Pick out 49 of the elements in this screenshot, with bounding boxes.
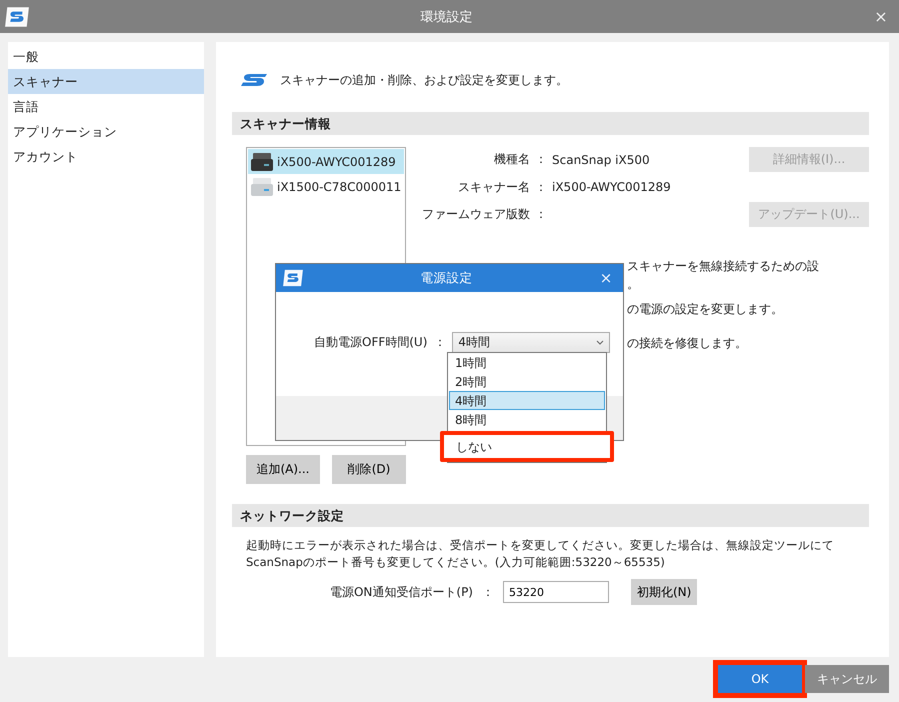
- dropdown[interactable]: 4時間: [452, 332, 610, 353]
- separator: ：: [534, 206, 548, 223]
- field-label: ファームウェア版数: [421, 206, 530, 223]
- field-value: ScanSnap iX500: [552, 152, 651, 166]
- port-label: 電源ON通知受信ポート(P): [328, 584, 473, 600]
- field-label: 機種名: [493, 151, 530, 168]
- section-header: スキャナー情報: [232, 112, 869, 135]
- scanner-icon: [250, 176, 274, 198]
- dropdown-option[interactable]: 2時間: [449, 372, 605, 391]
- sidebar-item[interactable]: アカウント: [8, 144, 204, 169]
- scanner-item[interactable]: iX500-AWYC001289: [248, 149, 404, 174]
- field-value: iX500-AWYC001289: [552, 180, 672, 194]
- sidebar-item[interactable]: 一般: [8, 44, 204, 69]
- scanner-item[interactable]: iX1500-C78C000011: [248, 174, 404, 199]
- dropdown-option[interactable]: 4時間: [449, 391, 605, 410]
- header-text: スキャナーの追加・削除、および設定を変更します。: [280, 72, 568, 88]
- description-text: 。: [627, 276, 640, 293]
- dropdown-option[interactable]: 8時間: [449, 410, 605, 429]
- list-button[interactable]: 削除(D): [332, 455, 406, 484]
- window-title: 環境設定: [420, 8, 474, 26]
- sidebar-item[interactable]: スキャナー: [8, 69, 204, 94]
- scanner-icon: [250, 150, 274, 172]
- dialog-title: 電源設定: [420, 270, 474, 286]
- description-text: スキャナーを無線接続するための設: [627, 258, 820, 275]
- app-logo-icon: [282, 269, 304, 287]
- sidebar-item[interactable]: アプリケーション: [8, 119, 204, 144]
- separator: ：: [481, 584, 495, 600]
- separator: ：: [534, 151, 548, 168]
- note-text: 起動時にエラーが表示された場合は、受信ポートを変更してください。変更した場合は、無線設定ツールにてScanSnapのポート番号も変更してください。(入力可能範囲:53220～65535): [246, 537, 835, 571]
- reset-button[interactable]: 初期化(N): [631, 579, 698, 605]
- close-button[interactable]: ×: [589, 269, 623, 287]
- footer-button[interactable]: OK: [718, 665, 802, 693]
- sidebar-item[interactable]: 言語: [8, 94, 204, 119]
- separator: ：: [534, 178, 548, 196]
- description-text: の電源の設定を変更します。: [627, 301, 784, 318]
- field-label: 自動電源OFF時間(U): [314, 334, 428, 351]
- app-logo-icon: [4, 6, 30, 28]
- dropdown-option[interactable]: しない: [450, 437, 604, 456]
- list-button[interactable]: 追加(A)...: [246, 455, 320, 484]
- caret-icon: [596, 340, 604, 346]
- section-header: ネットワーク設定: [232, 504, 869, 527]
- field-label: スキャナー名: [457, 178, 530, 196]
- separator: ：: [432, 334, 447, 351]
- description-text: の接続を修復します。: [627, 335, 748, 352]
- s-logo-icon: [240, 73, 268, 87]
- dropdown-option[interactable]: 1時間: [449, 353, 605, 372]
- scanner-name: iX500-AWYC001289: [277, 154, 396, 168]
- port-field[interactable]: 53220: [503, 581, 609, 603]
- scanner-name: iX1500-C78C000011: [277, 180, 402, 194]
